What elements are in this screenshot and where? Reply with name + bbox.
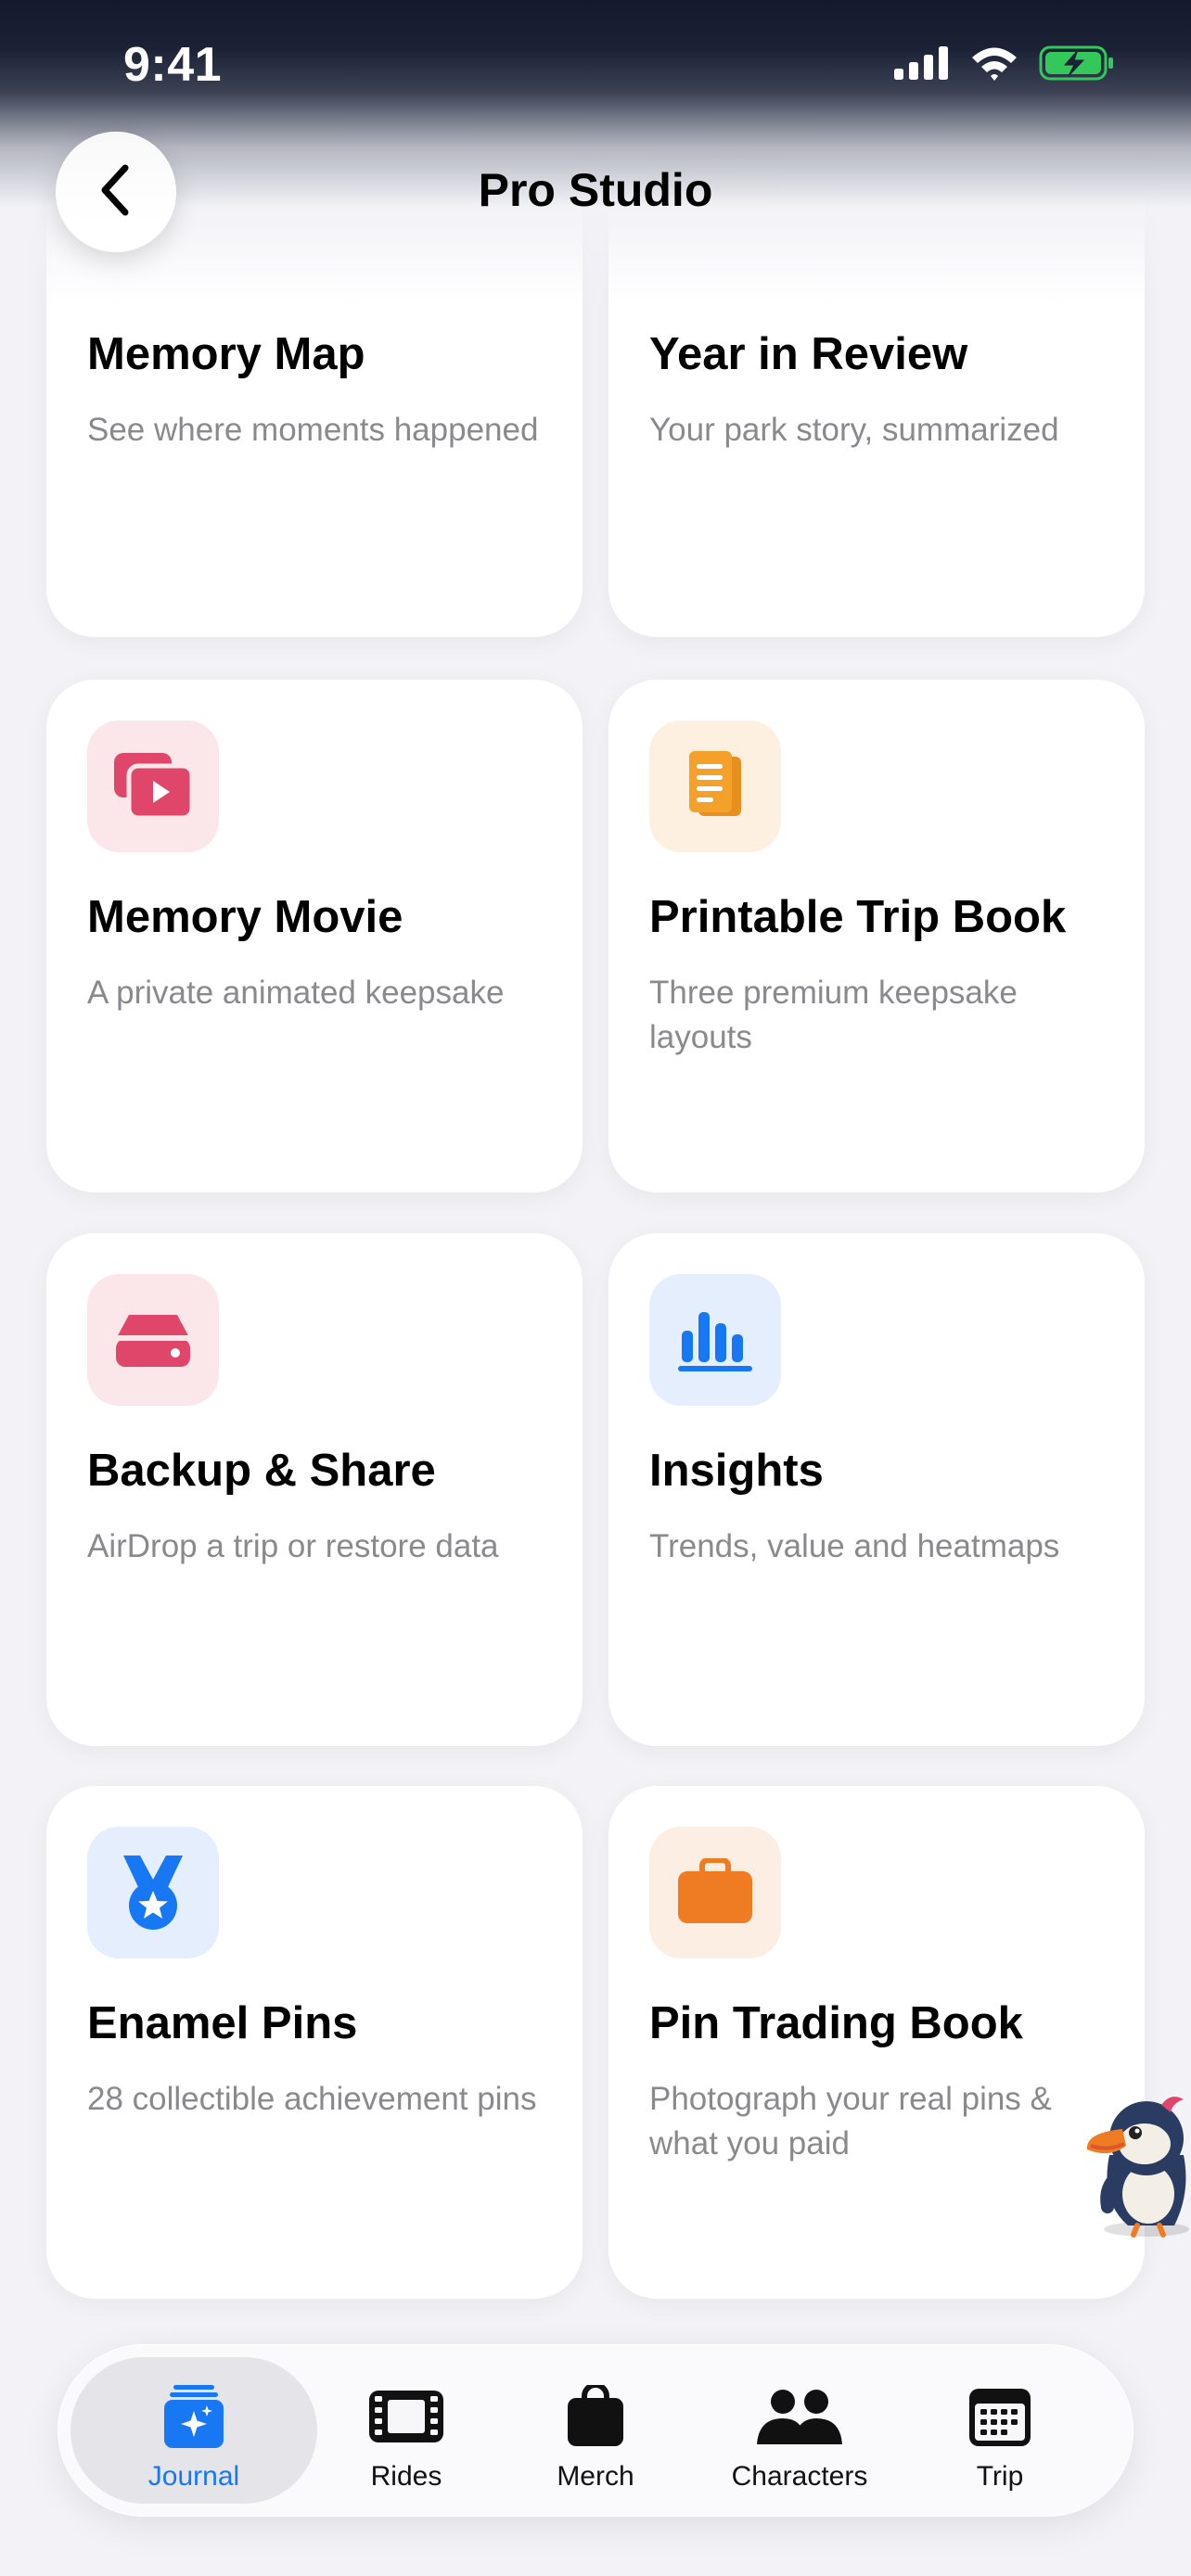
card-subtitle: Trends, value and heatmaps: [649, 1528, 1060, 1564]
tab-rides[interactable]: Rides: [306, 2357, 506, 2504]
card-pin-trading-book[interactable]: Pin Trading Book Photograph your real pi…: [608, 1786, 1145, 2299]
tab-trip[interactable]: Trip: [900, 2357, 1100, 2504]
card-title: Memory Movie: [87, 892, 403, 942]
card-subtitle: AirDrop a trip or restore data: [87, 1528, 499, 1564]
bag-icon: [566, 2383, 625, 2450]
pro-studio-screen: Memory Map See where moments happened Ye…: [0, 0, 1191, 2576]
tab-characters[interactable]: Characters: [699, 2357, 900, 2504]
battery-charging-icon: [1039, 45, 1115, 86]
feature-grid: Memory Map See where moments happened Ye…: [0, 0, 1191, 2318]
card-backup-share[interactable]: Backup & Share AirDrop a trip or restore…: [46, 1233, 583, 1746]
card-title: Pin Trading Book: [649, 1998, 1023, 2048]
card-title: Printable Trip Book: [649, 892, 1067, 942]
journal-sparkle-icon: [160, 2383, 227, 2450]
status-time: 9:41: [123, 38, 223, 92]
medal-icon: [87, 1827, 219, 1958]
card-subtitle: Three premium keepsake layouts: [649, 975, 1018, 1055]
bar-chart-icon: [649, 1274, 781, 1406]
briefcase-icon: [649, 1827, 781, 1958]
card-title: Year in Review: [649, 329, 968, 379]
card-title: Enamel Pins: [87, 1998, 358, 2048]
card-enamel-pins[interactable]: Enamel Pins 28 collectible achievement p…: [46, 1786, 583, 2299]
puffin-mascot[interactable]: [1082, 2090, 1191, 2238]
people-icon: [755, 2383, 844, 2450]
tab-label: Merch: [557, 2461, 634, 2492]
tab-label: Characters: [731, 2461, 868, 2492]
tab-bar: Journal Rides Merch Characters Trip: [58, 2344, 1133, 2517]
tab-label: Trip: [976, 2461, 1024, 2492]
status-icons: [894, 45, 1115, 86]
wifi-icon: [970, 45, 1018, 85]
video-stack-icon: [87, 721, 219, 852]
card-subtitle: A private animated keepsake: [87, 975, 505, 1011]
book-pages-icon: [649, 721, 781, 852]
film-icon: [367, 2383, 445, 2450]
card-printable-trip-book[interactable]: Printable Trip Book Three premium keepsa…: [608, 680, 1145, 1192]
status-bar: 9:41: [0, 0, 1191, 121]
card-title: Memory Map: [87, 329, 365, 379]
navigation-bar: Pro Studio: [0, 130, 1191, 260]
card-title: Insights: [649, 1446, 824, 1496]
tab-label: Rides: [370, 2461, 442, 2492]
card-subtitle: Your park story, summarized: [649, 412, 1059, 448]
page-title: Pro Studio: [478, 164, 713, 216]
cellular-signal-icon: [894, 46, 950, 84]
card-memory-movie[interactable]: Memory Movie A private animated keepsake: [46, 680, 583, 1192]
tab-journal[interactable]: Journal: [70, 2357, 317, 2504]
card-subtitle: 28 collectible achievement pins: [87, 2081, 537, 2117]
card-subtitle: Photograph your real pins & what you pai…: [649, 2081, 1052, 2162]
tab-label: Journal: [147, 2461, 240, 2492]
card-insights[interactable]: Insights Trends, value and heatmaps: [608, 1233, 1145, 1746]
card-title: Backup & Share: [87, 1446, 436, 1496]
tab-merch[interactable]: Merch: [495, 2357, 696, 2504]
drive-icon: [87, 1274, 219, 1406]
card-subtitle: See where moments happened: [87, 412, 539, 448]
calendar-icon: [967, 2383, 1032, 2450]
